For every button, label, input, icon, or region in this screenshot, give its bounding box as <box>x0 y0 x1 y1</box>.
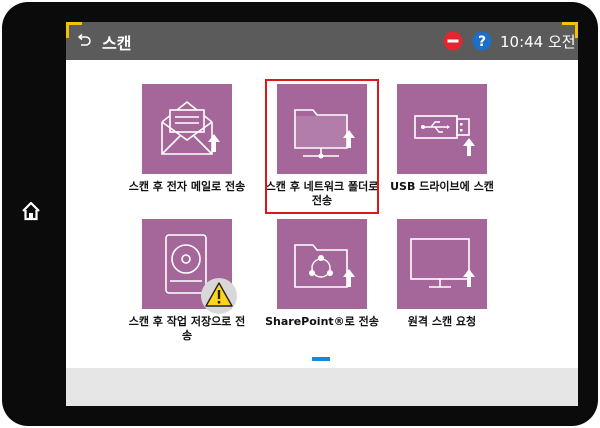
page-title: 스캔 <box>102 34 132 53</box>
tile-label: 스캔 후 작업 저장으로 전송 <box>128 315 246 342</box>
tile-label: USB 드라이브에 스캔 <box>390 180 494 193</box>
tile-icon-box <box>142 219 237 314</box>
tile-icon-box <box>277 219 367 309</box>
tile-icon-box <box>397 219 487 309</box>
footer-bar <box>66 368 578 406</box>
tile-scan-to-job-storage[interactable]: 스캔 후 작업 저장으로 전송 <box>127 219 247 343</box>
svg-text:?: ? <box>478 34 486 50</box>
remote-monitor-icon <box>410 238 475 288</box>
email-envelope-icon <box>161 100 220 155</box>
header-bar: 스캔 ? 10:44 오전 <box>66 22 578 60</box>
tile-label: SharePoint®로 전송 <box>265 315 379 328</box>
warning-badge <box>200 277 238 315</box>
tile-scan-to-usb[interactable]: USB 드라이브에 스캔 <box>382 84 502 194</box>
corner-marker <box>66 22 69 38</box>
selection-highlight <box>265 79 379 214</box>
home-icon <box>22 201 40 221</box>
home-button[interactable] <box>20 200 42 222</box>
help-icon[interactable]: ? <box>472 31 492 51</box>
tile-scan-to-email[interactable]: 스캔 후 전자 메일로 전송 <box>127 84 247 194</box>
clock-time: 10:44 오전 <box>500 33 576 51</box>
tile-send-to-sharepoint[interactable]: SharePoint®로 전송 <box>262 219 382 329</box>
tile-icon-box <box>397 84 487 174</box>
usb-drive-icon <box>414 115 475 156</box>
corner-marker <box>575 22 578 38</box>
touch-screen: 스캔 ? 10:44 오전 스캔 후 전자 메일로 전송 스캔 후 네트워크 폴… <box>66 22 578 406</box>
page-indicator <box>312 357 330 361</box>
sharepoint-folder-icon <box>294 244 355 288</box>
warning-icon <box>201 278 237 314</box>
tile-label: 원격 스캔 요청 <box>407 315 477 328</box>
stop-icon[interactable] <box>443 31 463 51</box>
tile-icon-box <box>142 84 232 174</box>
back-arrow-icon[interactable] <box>76 33 92 49</box>
tile-label: 스캔 후 전자 메일로 전송 <box>128 180 246 193</box>
tile-remote-scan-request[interactable]: 원격 스캔 요청 <box>382 219 502 329</box>
